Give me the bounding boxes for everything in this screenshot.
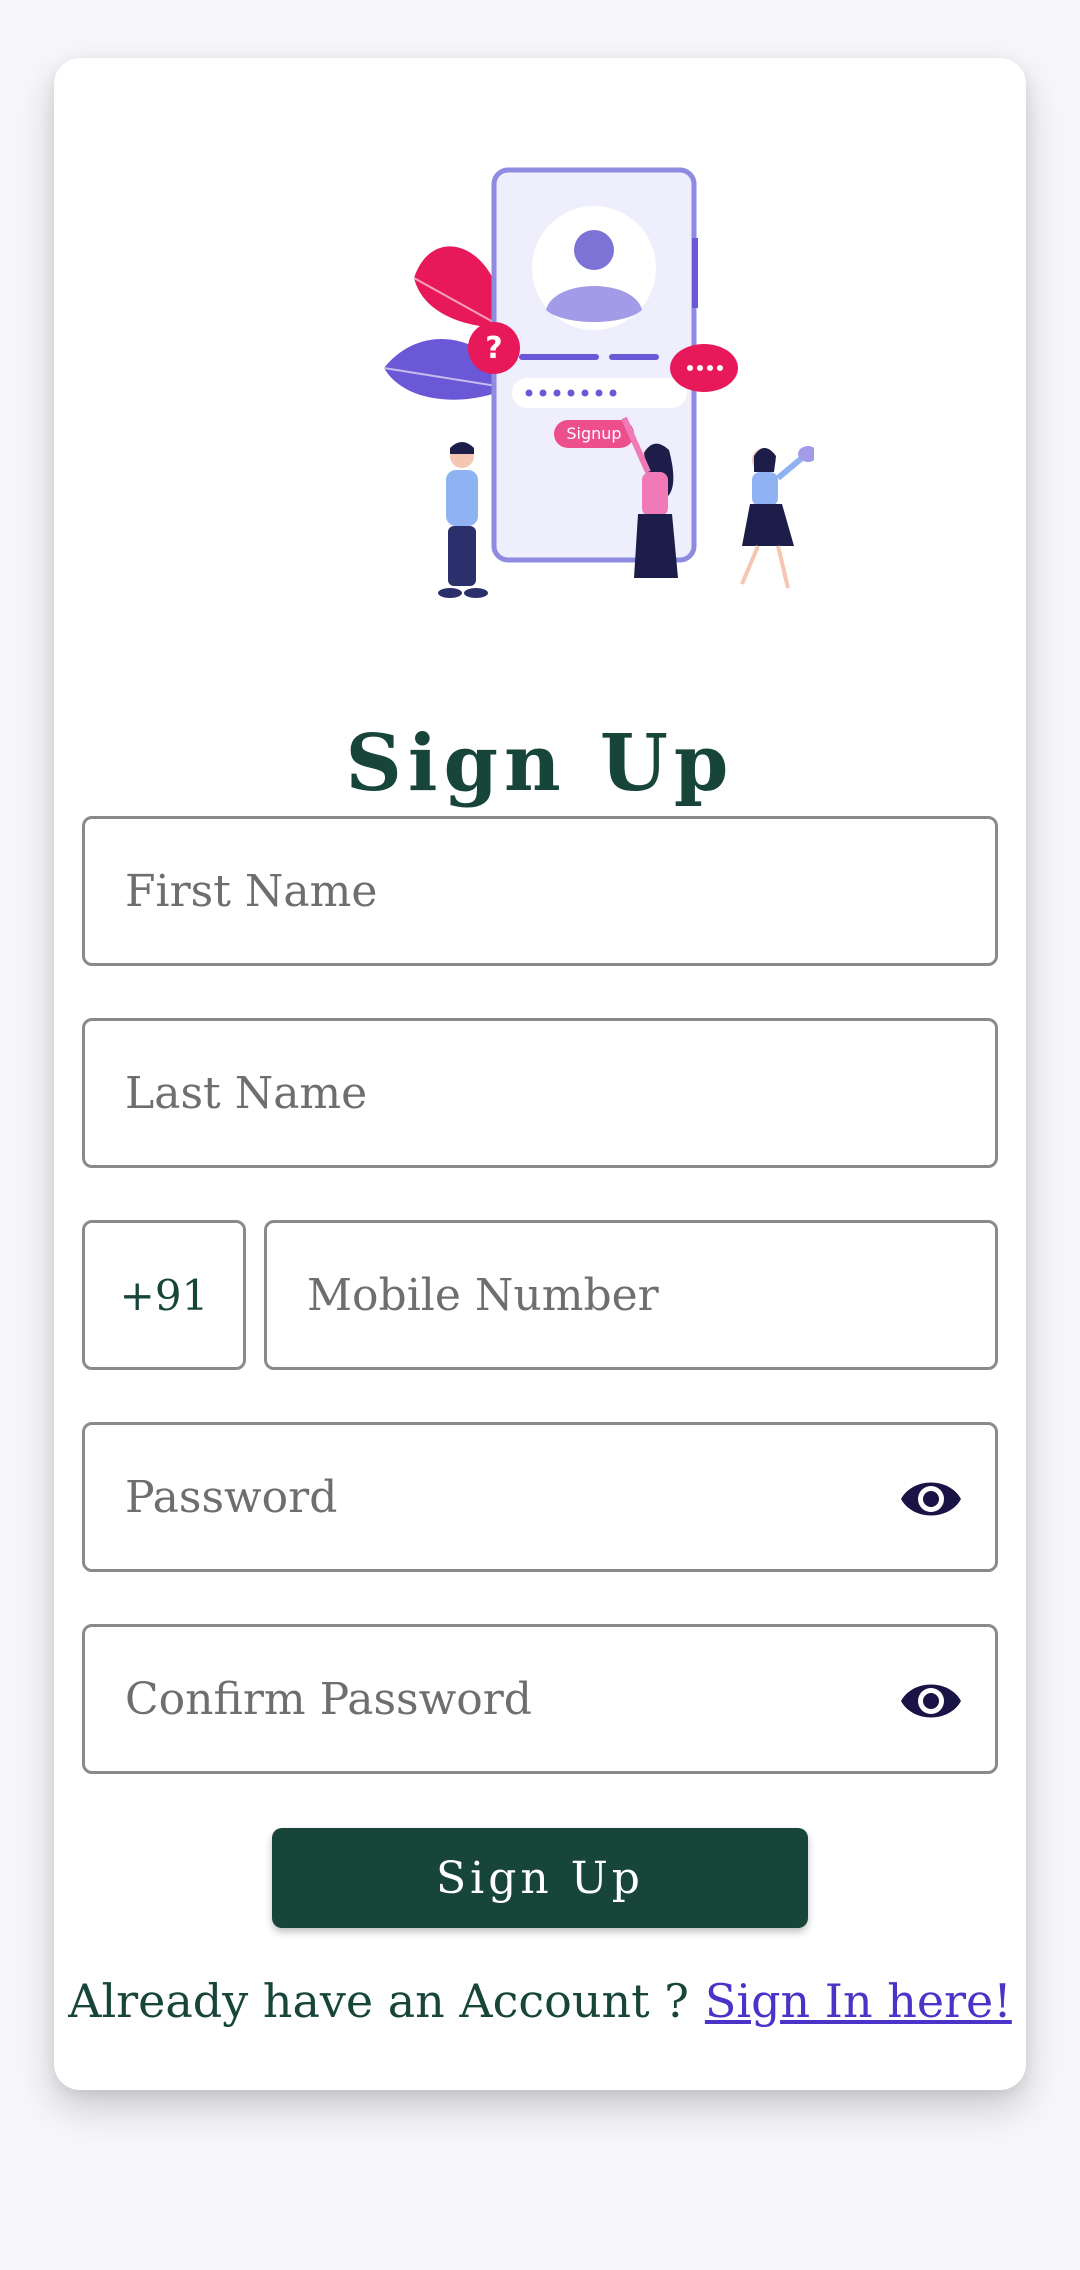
sign-in-prompt: Already have an Account ? Sign In here! [54,1974,1026,2028]
mobile-number-field[interactable] [264,1220,998,1370]
signup-card: Signup ? Sign Up +91 [54,58,1026,2090]
mobile-number-input[interactable] [267,1223,995,1367]
eye-icon[interactable] [899,1469,963,1529]
already-account-text: Already have an Account ? [68,1974,689,2028]
password-input[interactable] [85,1425,995,1569]
first-name-field[interactable] [82,816,998,966]
password-field[interactable] [82,1422,998,1572]
page-title: Sign Up [345,718,735,809]
country-code-selector[interactable]: +91 [82,1220,246,1370]
signup-illustration: Signup ? [383,167,814,598]
signup-badge-text: Signup [566,424,621,443]
last-name-input[interactable] [85,1021,995,1165]
first-name-input[interactable] [85,819,995,963]
country-code-value: +91 [119,1270,209,1320]
last-name-field[interactable] [82,1018,998,1168]
sign-up-button[interactable]: Sign Up [272,1828,808,1928]
sign-in-link[interactable]: Sign In here! [705,1974,1012,2028]
svg-text:?: ? [485,331,502,366]
confirm-password-field[interactable] [82,1624,998,1774]
confirm-password-input[interactable] [85,1627,995,1771]
eye-icon[interactable] [899,1671,963,1731]
